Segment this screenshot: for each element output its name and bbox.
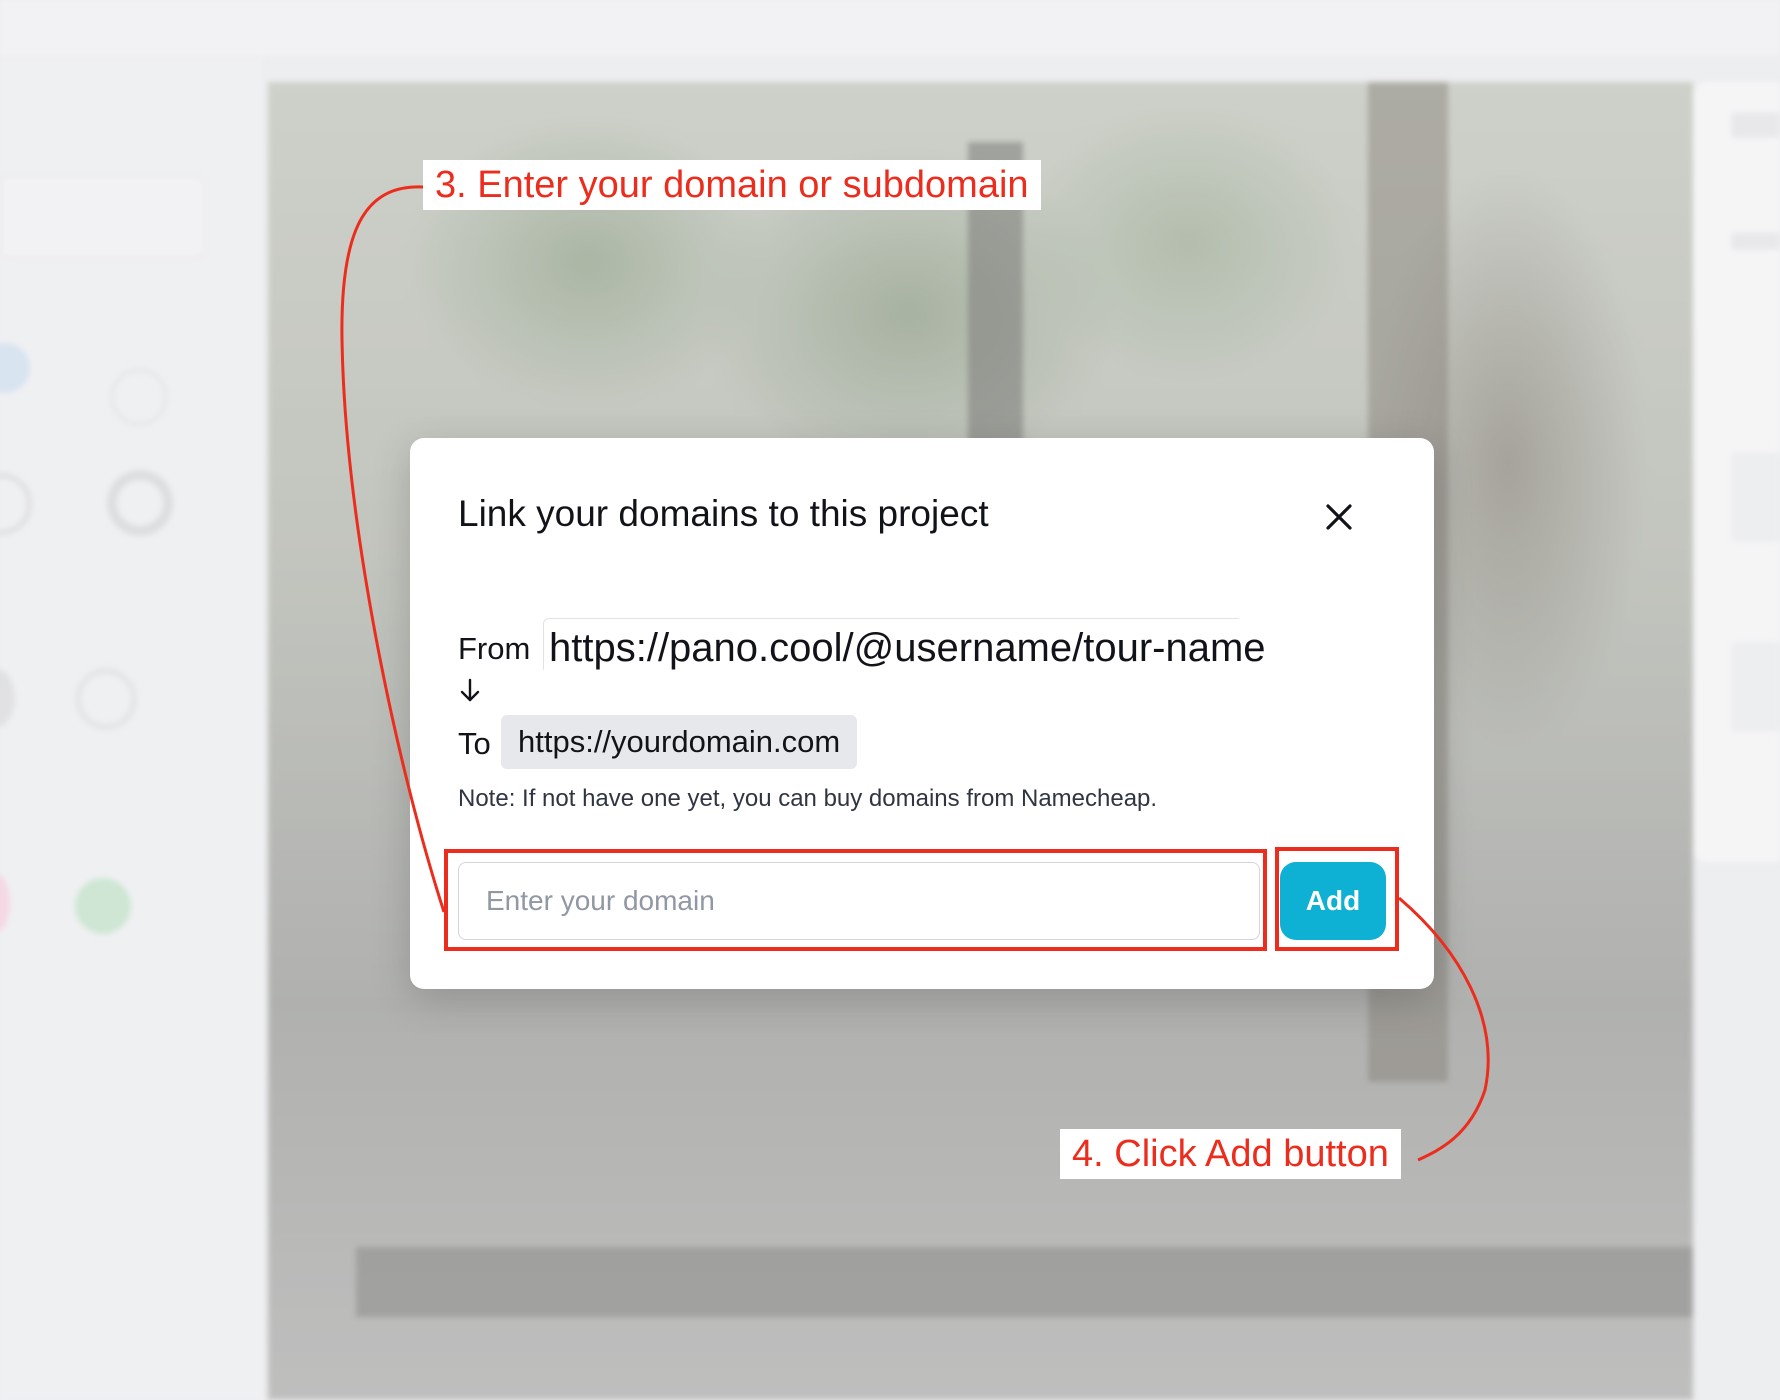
- arrow-down-icon: [460, 678, 480, 702]
- step4-callout: 4. Click Add button: [1060, 1129, 1401, 1179]
- from-label: From: [458, 631, 531, 666]
- add-button-highlight: [1275, 847, 1399, 951]
- close-button[interactable]: [1322, 500, 1356, 534]
- dialog-title: Link your domains to this project: [458, 493, 989, 534]
- to-url-chip: https://yourdomain.com: [501, 715, 858, 769]
- step3-callout: 3. Enter your domain or subdomain: [423, 160, 1041, 210]
- from-url-field: https://pano.cool/@username/tour-name: [543, 618, 1266, 670]
- domain-input-highlight: [444, 849, 1267, 951]
- to-label: To: [458, 726, 491, 761]
- namecheap-note: Note: If not have one yet, you can buy d…: [458, 785, 1158, 812]
- from-url-text: https://pano.cool/@username/tour-name: [549, 626, 1266, 670]
- close-icon: [1326, 504, 1352, 530]
